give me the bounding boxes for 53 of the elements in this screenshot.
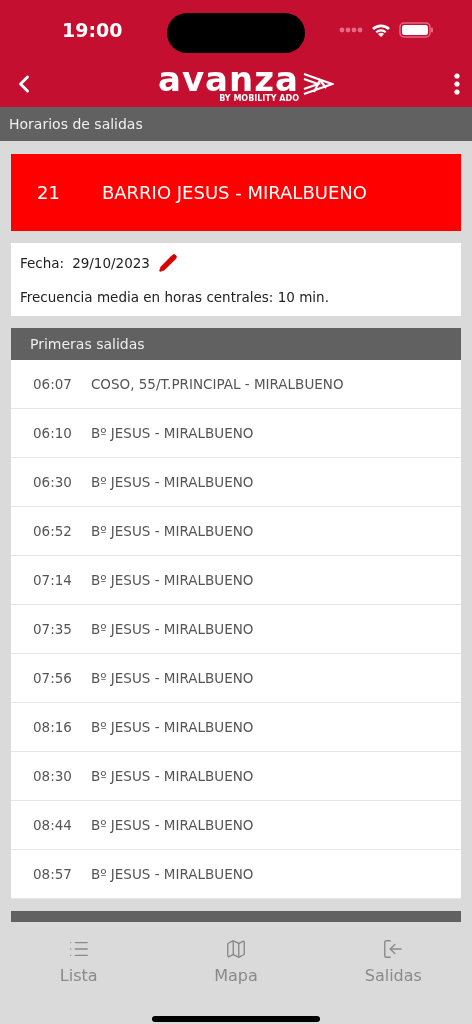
page-title: Horarios de salidas <box>9 116 143 132</box>
departure-time: 06:30 <box>33 474 72 490</box>
departure-destination: Bº JESUS - MIRALBUENO <box>90 523 254 539</box>
departure-time: 06:52 <box>33 523 72 539</box>
departure-time: 06:07 <box>33 376 72 392</box>
departure-time: 08:44 <box>33 817 72 833</box>
departure-time: 08:16 <box>33 719 72 735</box>
departure-destination: Bº JESUS - MIRALBUENO <box>90 621 254 637</box>
exit-icon <box>382 938 405 960</box>
date-label: Fecha: <box>20 255 65 271</box>
route-name: BARRIO JESUS - MIRALBUENO <box>101 182 367 203</box>
departure-time: 06:10 <box>33 425 72 441</box>
more-button[interactable] <box>454 72 460 95</box>
section-title: Primeras salidas <box>30 336 145 352</box>
departure-row[interactable]: 06:07 COSO, 55/T.PRINCIPAL - MIRALBUENO <box>11 360 461 409</box>
departure-row[interactable]: 08:16 Bº JESUS - MIRALBUENO <box>11 703 461 752</box>
departure-row[interactable]: 07:35 Bº JESUS - MIRALBUENO <box>11 605 461 654</box>
departure-destination: Bº JESUS - MIRALBUENO <box>90 474 254 490</box>
edit-icon <box>157 253 178 273</box>
departure-time: 08:57 <box>33 866 72 882</box>
departure-row[interactable]: 06:30 Bº JESUS - MIRALBUENO <box>11 458 461 507</box>
departure-time: 08:30 <box>33 768 72 784</box>
departure-row[interactable]: 08:57 Bº JESUS - MIRALBUENO <box>11 850 461 899</box>
departure-row[interactable]: 08:30 Bº JESUS - MIRALBUENO <box>11 752 461 801</box>
departure-destination: Bº JESUS - MIRALBUENO <box>90 670 254 686</box>
more-icon <box>454 72 460 95</box>
departure-row[interactable]: 08:44 Bº JESUS - MIRALBUENO <box>11 801 461 850</box>
departure-row[interactable]: 06:10 Bº JESUS - MIRALBUENO <box>11 409 461 458</box>
departure-destination: Bº JESUS - MIRALBUENO <box>90 425 254 441</box>
wifi-icon <box>371 22 391 38</box>
departure-time: 07:56 <box>33 670 72 686</box>
status-time: 19:00 <box>62 19 123 41</box>
departure-destination: COSO, 55/T.PRINCIPAL - MIRALBUENO <box>90 376 344 392</box>
departure-row[interactable]: 07:14 Bº JESUS - MIRALBUENO <box>11 556 461 605</box>
departure-destination: Bº JESUS - MIRALBUENO <box>90 572 254 588</box>
departure-destination: Bº JESUS - MIRALBUENO <box>90 719 254 735</box>
frequency-text: Frecuencia media en horas centrales: 10 min. <box>20 289 330 305</box>
logo-mark-icon <box>302 70 334 97</box>
signal-icon <box>339 27 363 33</box>
departure-destination: Bº JESUS - MIRALBUENO <box>90 768 254 784</box>
departure-row[interactable]: 07:56 Bº JESUS - MIRALBUENO <box>11 654 461 703</box>
edit-date-button[interactable] <box>157 253 178 273</box>
departure-destination: Bº JESUS - MIRALBUENO <box>90 866 254 882</box>
map-icon <box>225 938 247 960</box>
battery-icon <box>399 22 434 38</box>
logo-subtitle: BY MOBILITY ADO <box>219 94 299 103</box>
departure-destination: Bº JESUS - MIRALBUENO <box>90 817 254 833</box>
logo-text: avanza <box>158 64 299 94</box>
departure-row[interactable]: 06:52 Bº JESUS - MIRALBUENO <box>11 507 461 556</box>
departure-time: 07:14 <box>33 572 72 588</box>
departure-time: 07:35 <box>33 621 72 637</box>
route-number: 21 <box>37 182 60 203</box>
date-value: 29/10/2023 <box>72 255 150 271</box>
